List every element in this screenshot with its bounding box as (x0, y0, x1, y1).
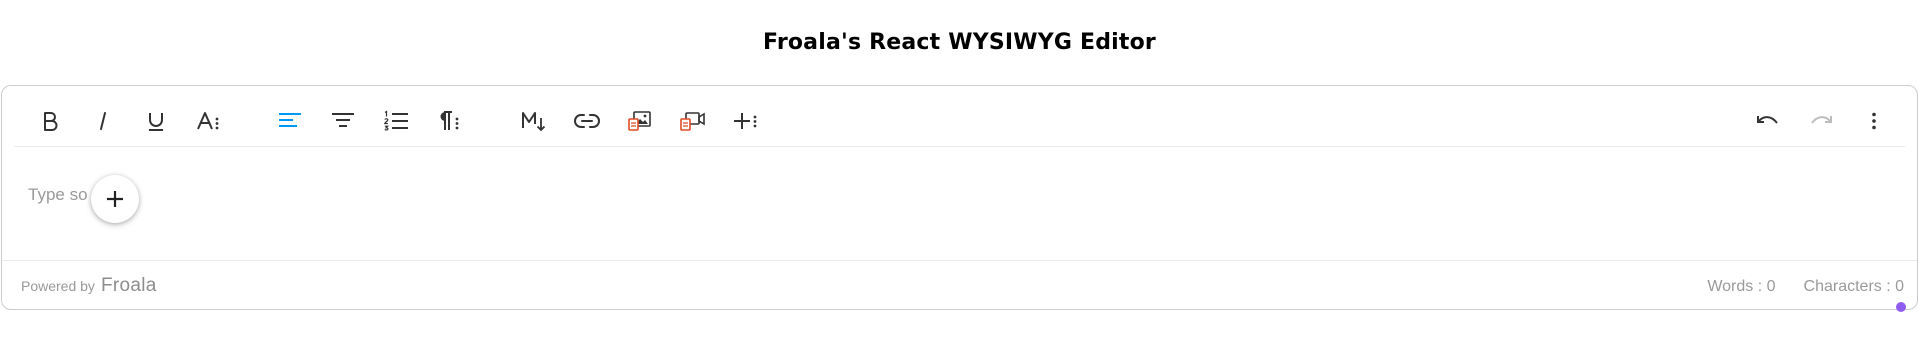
plus-icon (107, 191, 123, 207)
text-format-more-icon (197, 112, 219, 130)
insert-video-button[interactable] (673, 101, 713, 141)
underline-button[interactable] (136, 101, 176, 141)
undo-icon (1757, 116, 1778, 124)
powered-by-link[interactable]: Powered by Froala (21, 275, 157, 297)
italic-icon (100, 112, 106, 130)
character-count: Characters : 0 (1803, 278, 1904, 295)
more-misc-button[interactable] (1854, 101, 1894, 141)
ordered-list-icon (383, 110, 408, 131)
undo-button[interactable] (1748, 101, 1788, 141)
wysiwyg-editor: Type sog Powered by Froala Words : 0 Cha… (1, 85, 1918, 312)
redo-icon (1811, 116, 1832, 124)
word-count: Words : 0 (1707, 278, 1776, 295)
editor-content-area[interactable]: Type sog (2, 147, 1917, 312)
align-center-button[interactable] (323, 101, 363, 141)
page-title: Froala's React WYSIWYG Editor (763, 30, 1156, 55)
editor-counts: Words : 0 Characters : 0 (1707, 278, 1904, 296)
redo-button[interactable] (1801, 101, 1841, 141)
bold-button[interactable] (30, 101, 70, 141)
align-left-icon (279, 113, 301, 127)
more-text-button[interactable] (189, 101, 229, 141)
more-vertical-icon (1872, 112, 1876, 130)
editor-toolbar (14, 86, 1905, 147)
italic-button[interactable] (83, 101, 123, 141)
bold-icon (44, 112, 58, 131)
markdown-icon (522, 112, 546, 132)
insert-link-button[interactable] (567, 101, 607, 141)
markdown-button[interactable] (514, 101, 554, 141)
underline-icon (149, 113, 163, 131)
image-icon (628, 111, 651, 131)
editor-footer: Powered by Froala Words : 0 Characters :… (2, 260, 1917, 311)
quick-insert-button[interactable] (91, 175, 139, 223)
insert-image-button[interactable] (620, 101, 660, 141)
more-rich-button[interactable] (726, 101, 766, 141)
froala-logo: Froala (100, 275, 157, 296)
align-left-button[interactable] (270, 101, 310, 141)
video-icon (680, 112, 705, 131)
insert-more-icon (734, 113, 757, 129)
ordered-list-button[interactable] (376, 101, 416, 141)
powered-by-label: Powered by (21, 278, 95, 294)
align-center-icon (332, 113, 354, 127)
link-icon (574, 114, 600, 128)
more-paragraph-button[interactable] (429, 101, 469, 141)
paragraph-more-icon (440, 111, 459, 130)
